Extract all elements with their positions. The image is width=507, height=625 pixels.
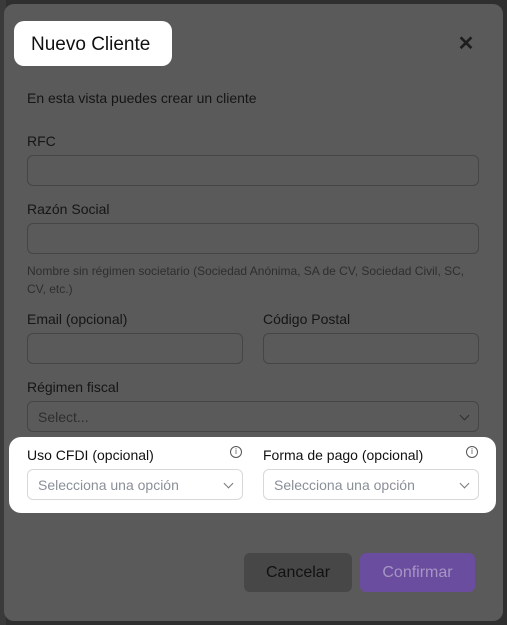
- regimen-fiscal-label: Régimen fiscal: [27, 379, 119, 395]
- razon-social-hint: Nombre sin régimen societario (Sociedad …: [27, 264, 465, 296]
- modal-subtitle: En esta vista puedes crear un cliente: [27, 90, 257, 106]
- info-icon[interactable]: i: [230, 446, 242, 458]
- codigo-postal-label: Código Postal: [263, 311, 351, 327]
- info-icon[interactable]: i: [466, 446, 478, 458]
- rfc-input[interactable]: [27, 155, 479, 186]
- forma-pago-select[interactable]: Selecciona una opción: [263, 469, 479, 500]
- chevron-down-icon: [459, 410, 470, 420]
- close-icon[interactable]: ✕: [456, 34, 476, 54]
- uso-cfdi-value: Selecciona una opción: [38, 476, 179, 493]
- forma-pago-value: Selecciona una opción: [274, 476, 415, 493]
- screen: Nuevo Cliente ✕ En esta vista puedes cre…: [0, 0, 507, 625]
- cancel-button[interactable]: Cancelar: [244, 553, 352, 592]
- chevron-down-icon: [223, 478, 234, 488]
- razon-social-label: Razón Social: [27, 201, 110, 217]
- uso-cfdi-label: Uso CFDI (opcional): [27, 447, 154, 463]
- chevron-down-icon: [459, 478, 470, 488]
- new-client-modal: Nuevo Cliente ✕ En esta vista puedes cre…: [4, 4, 503, 621]
- regimen-fiscal-value: Select...: [38, 408, 89, 425]
- confirm-button[interactable]: Confirmar: [360, 553, 475, 592]
- rfc-label: RFC: [27, 133, 56, 149]
- razon-social-input[interactable]: [27, 223, 479, 254]
- modal-title: Nuevo Cliente: [31, 34, 151, 55]
- codigo-postal-input[interactable]: [263, 333, 479, 364]
- uso-cfdi-select[interactable]: Selecciona una opción: [27, 469, 243, 500]
- regimen-fiscal-select[interactable]: Select...: [27, 401, 479, 432]
- email-label: Email (opcional): [27, 311, 128, 327]
- forma-pago-label: Forma de pago (opcional): [263, 447, 424, 463]
- email-input[interactable]: [27, 333, 243, 364]
